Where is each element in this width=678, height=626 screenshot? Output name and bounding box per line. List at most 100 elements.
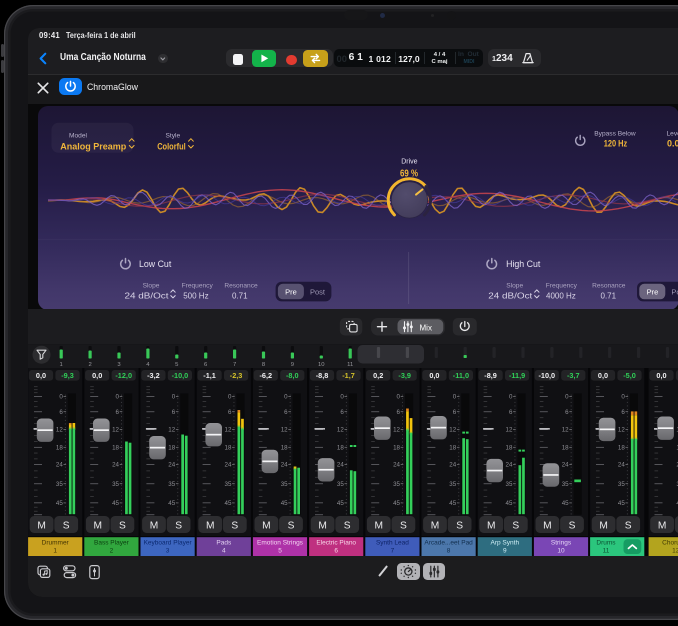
svg-text:24: 24 — [281, 461, 288, 468]
svg-text:24: 24 — [393, 461, 400, 468]
svg-text:Arcade...eet Pad: Arcade...eet Pad — [424, 539, 473, 546]
svg-text:18: 18 — [56, 444, 63, 451]
svg-text:S: S — [456, 520, 463, 531]
svg-text:6: 6 — [172, 409, 176, 416]
svg-text:0: 0 — [397, 393, 401, 400]
svg-text:10: 10 — [557, 547, 565, 554]
svg-text:6: 6 — [228, 409, 232, 416]
svg-text:Keyboard Player: Keyboard Player — [144, 539, 193, 546]
svg-text:500 Hz: 500 Hz — [183, 291, 208, 300]
svg-text:M: M — [206, 520, 215, 531]
svg-text:24: 24 — [56, 461, 63, 468]
svg-text:12: 12 — [168, 426, 175, 433]
svg-text:6: 6 — [565, 409, 569, 416]
svg-text:Pre: Pre — [646, 287, 658, 296]
svg-text:Mix: Mix — [420, 323, 432, 332]
svg-text:45: 45 — [168, 500, 175, 507]
svg-text:Arp Synth: Arp Synth — [491, 539, 520, 546]
svg-text:M: M — [318, 520, 327, 531]
svg-text:2: 2 — [110, 547, 114, 554]
svg-text:12: 12 — [225, 426, 232, 433]
svg-text:0: 0 — [621, 393, 625, 400]
svg-text:M: M — [375, 520, 384, 531]
svg-text:High Cut: High Cut — [506, 259, 541, 269]
svg-text:6: 6 — [334, 547, 338, 554]
svg-text:18: 18 — [562, 444, 569, 451]
svg-text:-8,9: -8,9 — [484, 371, 497, 380]
svg-text:0: 0 — [340, 393, 344, 400]
svg-text:12: 12 — [393, 426, 400, 433]
svg-text:24 dB/Oct: 24 dB/Oct — [124, 291, 169, 300]
svg-text:S: S — [569, 520, 576, 531]
svg-text:0,0: 0,0 — [598, 371, 608, 380]
svg-text:S: S — [512, 520, 519, 531]
svg-text:18: 18 — [225, 444, 232, 451]
svg-text:M: M — [658, 520, 667, 531]
svg-text:24: 24 — [506, 461, 513, 468]
svg-text:24: 24 — [112, 461, 119, 468]
svg-text:2: 2 — [88, 362, 91, 368]
svg-text:Style: Style — [165, 132, 180, 139]
svg-text:Frequency: Frequency — [181, 282, 213, 289]
svg-text:6: 6 — [116, 409, 120, 416]
svg-text:0.71: 0.71 — [232, 291, 248, 300]
svg-text:-12,0: -12,0 — [115, 371, 132, 380]
svg-text:S: S — [119, 520, 126, 531]
svg-text:18: 18 — [393, 444, 400, 451]
svg-text:35: 35 — [56, 481, 63, 488]
svg-text:-5,0: -5,0 — [623, 371, 636, 380]
svg-text:-9,3: -9,3 — [61, 371, 74, 380]
svg-text:5: 5 — [278, 547, 282, 554]
svg-text:24: 24 — [168, 461, 175, 468]
svg-text:18: 18 — [506, 444, 513, 451]
svg-text:Pre: Pre — [285, 287, 297, 296]
svg-text:0: 0 — [59, 393, 63, 400]
svg-text:Resonance: Resonance — [592, 282, 626, 289]
svg-text:-11,9: -11,9 — [509, 371, 525, 380]
svg-text:11: 11 — [347, 362, 353, 368]
svg-text:Level Trim: Level Trim — [666, 130, 678, 137]
svg-text:M: M — [431, 520, 440, 531]
svg-text:45: 45 — [393, 500, 400, 507]
svg-text:Pads: Pads — [216, 539, 232, 546]
svg-text:1: 1 — [53, 547, 57, 554]
svg-text:35: 35 — [225, 481, 232, 488]
svg-text:Post: Post — [671, 287, 678, 296]
svg-text:45: 45 — [337, 500, 344, 507]
svg-text:45: 45 — [618, 500, 625, 507]
svg-text:24: 24 — [618, 461, 625, 468]
svg-text:M: M — [487, 520, 496, 531]
svg-text:120 Hz: 120 Hz — [603, 138, 627, 148]
svg-text:0: 0 — [509, 393, 513, 400]
svg-text:35: 35 — [281, 481, 288, 488]
svg-text:45: 45 — [449, 500, 456, 507]
svg-text:4: 4 — [222, 547, 226, 554]
svg-text:12: 12 — [449, 426, 456, 433]
svg-text:-3,2: -3,2 — [147, 371, 160, 380]
svg-text:9: 9 — [291, 362, 294, 368]
svg-text:35: 35 — [112, 481, 119, 488]
svg-text:45: 45 — [225, 500, 232, 507]
svg-text:Strings: Strings — [551, 539, 572, 546]
svg-text:-8,0: -8,0 — [286, 371, 299, 380]
svg-text:0.71: 0.71 — [600, 291, 616, 300]
svg-text:45: 45 — [281, 500, 288, 507]
svg-text:Slope: Slope — [142, 282, 159, 289]
svg-text:0: 0 — [228, 393, 232, 400]
svg-text:12: 12 — [672, 547, 678, 554]
svg-text:24: 24 — [562, 461, 569, 468]
svg-text:35: 35 — [506, 481, 513, 488]
svg-text:35: 35 — [337, 481, 344, 488]
svg-text:Bass Player: Bass Player — [94, 539, 130, 546]
svg-text:Analog Preamp: Analog Preamp — [60, 141, 127, 151]
svg-text:12: 12 — [281, 426, 288, 433]
svg-text:24: 24 — [225, 461, 232, 468]
svg-text:Bypass Below: Bypass Below — [594, 130, 636, 137]
svg-text:35: 35 — [168, 481, 175, 488]
svg-text:Synth Lead: Synth Lead — [376, 539, 409, 546]
svg-text:12: 12 — [337, 426, 344, 433]
svg-text:M: M — [599, 520, 608, 531]
svg-text:6: 6 — [59, 409, 63, 416]
svg-text:45: 45 — [112, 500, 119, 507]
svg-text:-1,1: -1,1 — [203, 371, 216, 380]
